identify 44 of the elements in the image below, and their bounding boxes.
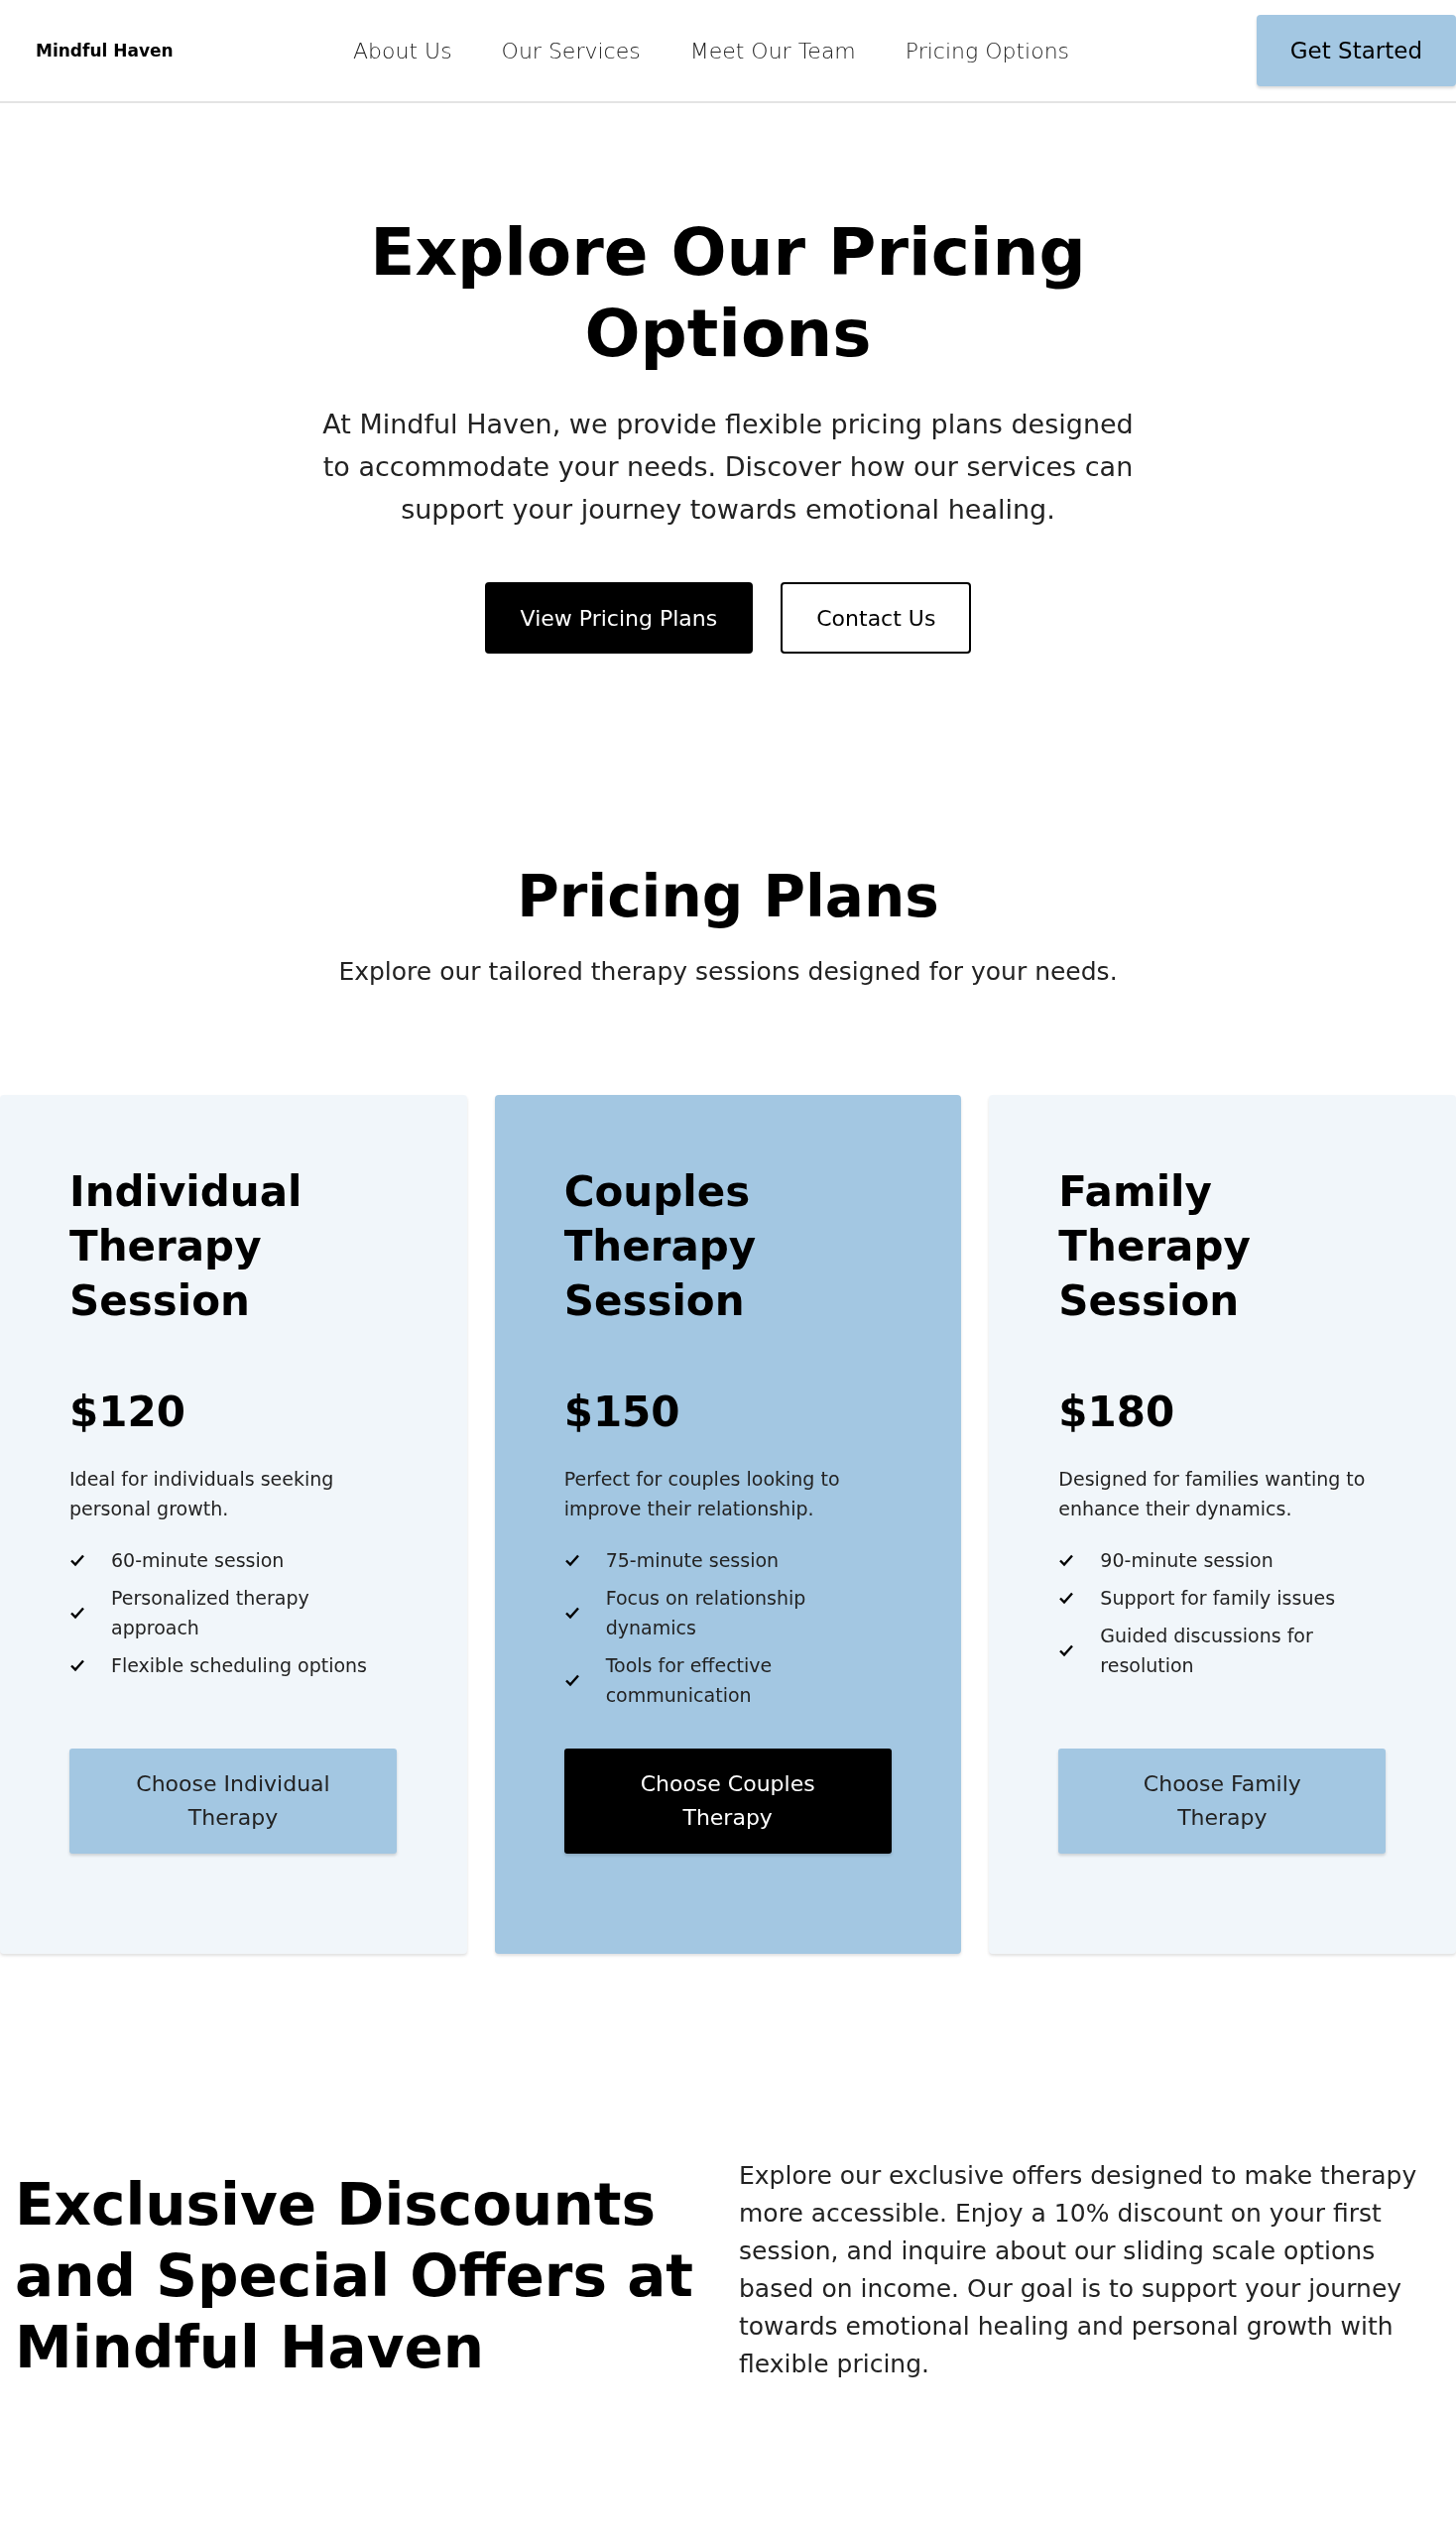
check-icon: [69, 1605, 85, 1621]
offers-text: Explore our exclusive offers designed to make therapy more accessible. Enjoy a 10% discount on your first session, and inquire about our sliding scale options based on income. Our goal is to support your journey towards emotional healing and personal growth with flexible pricing.: [739, 2160, 1418, 2380]
check-icon: [1058, 1590, 1075, 1606]
plan-name: Family Therapy Session: [1058, 1166, 1252, 1327]
hero-text: At Mindful Haven, we provide flexible pricing plans designed to accommodate your needs. Discover how our services can support your journey towards emotional healing.: [321, 408, 1135, 527]
plan-feature: Flexible scheduling options: [111, 1653, 368, 1678]
plan-description: Ideal for individuals seeking personal growth.: [69, 1467, 335, 1521]
plan-price: $150: [563, 1388, 681, 1436]
check-icon: [1058, 1552, 1075, 1568]
section-subtitle: Explore our tailored therapy sessions designed for your needs.: [337, 957, 1119, 986]
nav-link[interactable]: Our Services: [501, 38, 641, 63]
plan-name: Individual Therapy Session: [69, 1166, 303, 1327]
check-icon: [563, 1672, 580, 1688]
choose-plan-button[interactable]: Choose Couples Therapy: [563, 1749, 892, 1854]
plan-feature: Support for family issues: [1100, 1586, 1337, 1611]
plan-feature: Focus on relationship dynamics: [605, 1586, 807, 1640]
plan-feature: 60-minute session: [111, 1548, 286, 1573]
plan-price: $120: [69, 1388, 186, 1436]
check-icon: [563, 1605, 580, 1621]
plan-feature: 75-minute session: [605, 1548, 781, 1573]
check-icon: [1058, 1642, 1075, 1658]
plan-description: Designed for families wanting to enhance their dynamics.: [1058, 1467, 1367, 1521]
choose-plan-button[interactable]: Choose Individual Therapy: [69, 1749, 397, 1854]
nav-link[interactable]: About Us: [353, 38, 452, 63]
choose-plan-button[interactable]: Choose Family Therapy: [1058, 1749, 1387, 1854]
hero-button[interactable]: Contact Us: [781, 582, 972, 654]
plan-price: $180: [1058, 1388, 1176, 1436]
check-icon: [69, 1657, 85, 1673]
plan-feature: Personalized therapy approach: [111, 1586, 310, 1640]
plan-description: Perfect for couples looking to improve their relationship.: [563, 1467, 841, 1521]
get-started-button[interactable]: Get Started: [1256, 15, 1456, 86]
plan-name: Couples Therapy Session: [563, 1166, 758, 1327]
plan-feature: Guided discussions for resolution: [1100, 1624, 1314, 1678]
offers-title: Exclusive Discounts and Special Offers at Mindful Haven: [15, 2170, 695, 2383]
logo[interactable]: Mindful Haven: [36, 41, 353, 60]
check-icon: [563, 1552, 580, 1568]
hero-button[interactable]: View Pricing Plans: [484, 582, 754, 654]
plan-feature: 90-minute session: [1100, 1548, 1274, 1573]
section-title: Pricing Plans: [516, 862, 940, 931]
nav-link[interactable]: Meet Our Team: [689, 38, 856, 63]
check-icon: [69, 1552, 85, 1568]
plan-feature: Tools for effective communication: [605, 1653, 774, 1708]
hero-title: Explore Our Pricing Options: [369, 213, 1087, 374]
nav-link[interactable]: Pricing Options: [905, 38, 1070, 63]
